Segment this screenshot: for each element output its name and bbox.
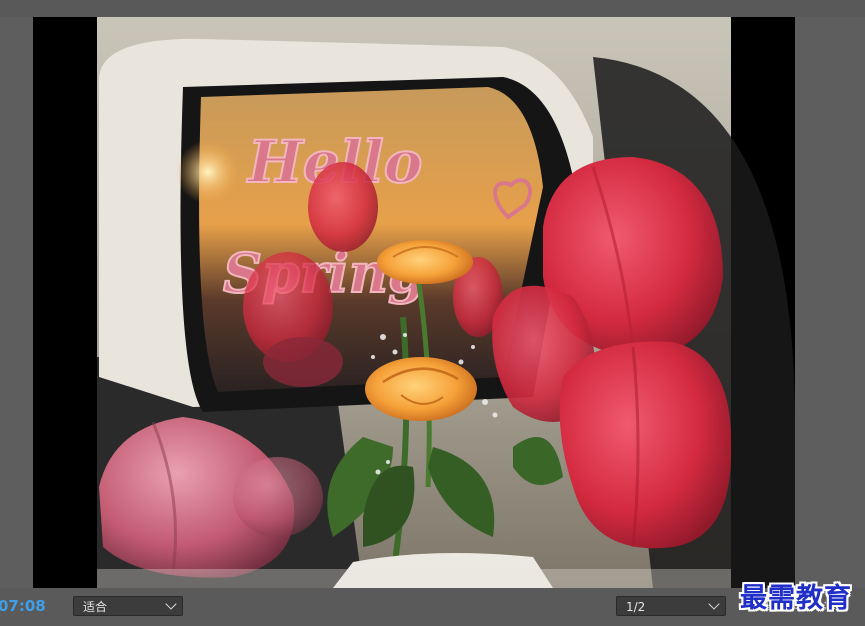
playhead-timecode[interactable]: 07:08 [0,597,46,615]
rose-center [365,357,477,421]
chevron-down-icon [165,598,177,610]
monitor-controls-bar: 07:08 适合 1/2 00:00:12:1 [0,588,865,626]
video-frame-image: Hello Spring [33,17,795,588]
zoom-level-dropdown[interactable]: 适合 [73,596,183,616]
rose-top [377,240,473,284]
watermark-logo: 最需教育 [740,583,852,614]
video-frame[interactable]: Hello Spring [33,17,795,588]
playback-resolution-dropdown[interactable]: 1/2 [616,596,726,616]
monitor-top-strip [0,0,865,17]
program-monitor: Hello Spring 07:08 适合 1/2 00:00:12:1 最需教… [0,0,865,626]
zoom-level-value: 适合 [83,600,108,614]
playback-resolution-value: 1/2 [626,600,646,614]
chevron-down-icon [708,598,720,610]
